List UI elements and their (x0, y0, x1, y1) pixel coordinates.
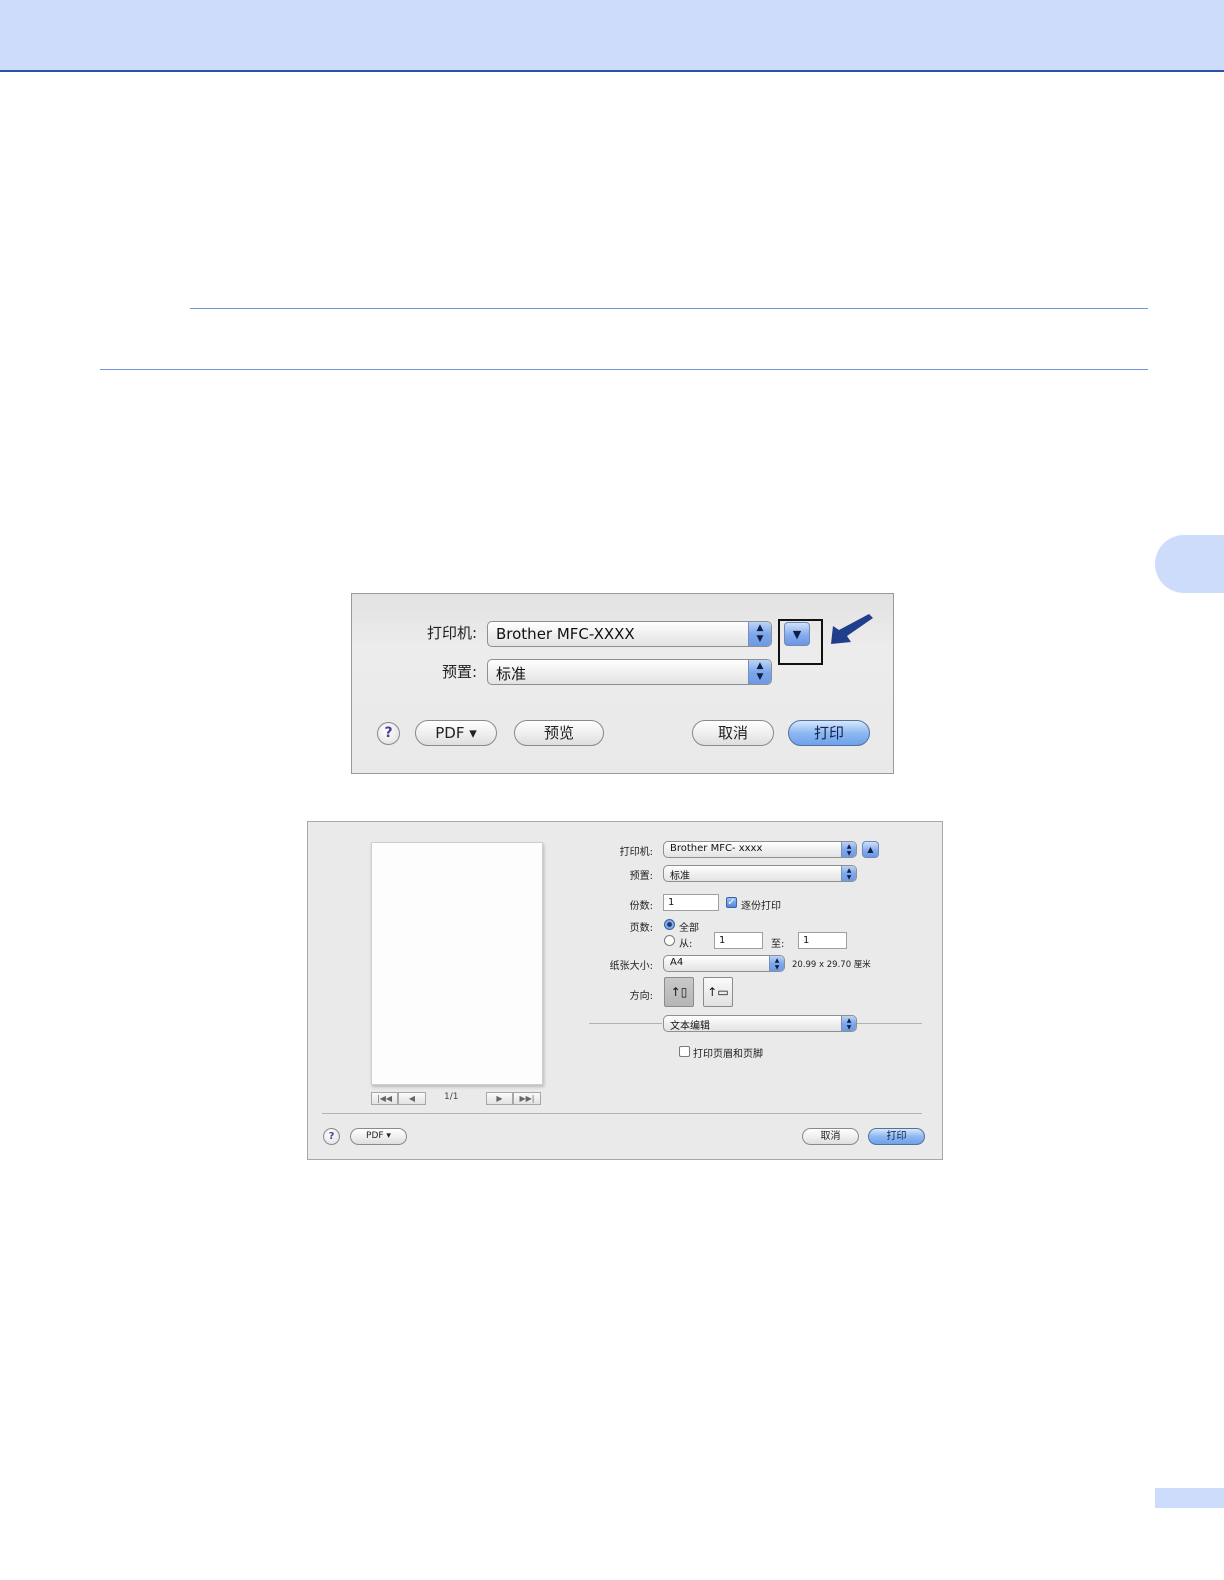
paper-size-popup-value: A4 (670, 957, 684, 968)
preset-popup-value: 标准 (496, 665, 527, 683)
landscape-orientation-button[interactable]: ↑▭ (703, 977, 733, 1007)
collapse-dialog-button[interactable]: ▲ (862, 841, 879, 858)
collate-label: 逐份打印 (741, 901, 781, 912)
help-button[interactable]: ? (323, 1128, 340, 1145)
page-counter: 1/1 (444, 1092, 459, 1102)
printer-popup[interactable]: Brother MFC-XXXX ▲ ▼ (487, 621, 772, 647)
updown-arrows-icon: ▲ ▼ (841, 842, 856, 857)
pages-to-label: 至: (771, 939, 785, 950)
triangle-up-icon: ▲ (867, 845, 874, 854)
next-page-icon: ▶ (496, 1094, 503, 1103)
section-separator-left (589, 1023, 662, 1024)
section-separator-right (857, 1023, 922, 1024)
copies-label: 份数: (629, 901, 653, 912)
pages-from-label: 从: (679, 939, 693, 950)
next-page-button[interactable]: ▶ (486, 1092, 513, 1105)
paper-dimensions: 20.99 x 29.70 厘米 (792, 960, 871, 970)
printer-popup[interactable]: Brother MFC- xxxx ▲ ▼ (663, 841, 857, 858)
pages-label: 页数: (629, 923, 653, 934)
updown-arrows-icon: ▲ ▼ (841, 866, 856, 881)
headers-footers-label: 打印页眉和页脚 (693, 1049, 763, 1060)
first-page-icon: |◀◀ (377, 1094, 392, 1103)
pages-from-field[interactable]: 1 (714, 932, 763, 949)
updown-arrows-icon: ▲ ▼ (748, 622, 771, 646)
pages-all-label: 全部 (679, 923, 699, 934)
page-number-tab (1155, 1488, 1224, 1508)
print-button[interactable]: 打印 (788, 720, 870, 746)
printer-popup-value: Brother MFC- xxxx (670, 843, 763, 854)
preset-popup-value: 标准 (670, 871, 690, 882)
preview-button[interactable]: 预览 (514, 720, 604, 746)
landscape-orientation-icon: ↑▭ (707, 985, 729, 999)
pdf-menu-button[interactable]: PDF ▾ (350, 1128, 407, 1145)
last-page-icon: ▶▶| (519, 1094, 535, 1103)
header-band (0, 0, 1224, 72)
page-preview (371, 842, 543, 1085)
collate-checkbox[interactable]: ✓ (726, 897, 737, 908)
first-page-button[interactable]: |◀◀ (371, 1092, 398, 1105)
printer-label: 打印机: (426, 624, 477, 642)
last-page-button[interactable]: ▶▶| (513, 1092, 541, 1105)
callout-highlight-box (778, 619, 823, 665)
orientation-label: 方向: (629, 991, 653, 1002)
portrait-orientation-button[interactable]: ↑▯ (664, 977, 694, 1007)
previous-page-icon: ◀ (408, 1094, 416, 1103)
print-button[interactable]: 打印 (868, 1128, 925, 1145)
pages-range-radio[interactable] (664, 935, 675, 946)
cancel-button[interactable]: 取消 (802, 1128, 859, 1145)
preset-popup[interactable]: 标准 ▲ ▼ (487, 659, 772, 685)
bottom-separator (322, 1113, 922, 1114)
section-rule-top (190, 308, 1148, 309)
chapter-side-tab (1155, 535, 1224, 593)
updown-arrows-icon: ▲ ▼ (841, 1016, 856, 1031)
copies-field[interactable]: 1 (663, 894, 719, 911)
callout-arrow-icon (831, 614, 873, 644)
printer-label: 打印机: (619, 847, 653, 858)
preset-label: 预置: (441, 663, 477, 681)
printer-popup-value: Brother MFC-XXXX (496, 625, 635, 643)
print-dialog-expanded: |◀◀ ◀ 1/1 ▶ ▶▶| 打印机: Brother MFC- xxxx ▲… (307, 821, 943, 1160)
updown-arrows-icon: ▲ ▼ (769, 956, 784, 971)
previous-page-button[interactable]: ◀ (398, 1092, 426, 1105)
pdf-menu-button[interactable]: PDF ▾ (415, 720, 497, 746)
settings-section-popup[interactable]: 文本编辑 ▲ ▼ (663, 1015, 857, 1032)
paper-size-popup[interactable]: A4 ▲ ▼ (663, 955, 785, 972)
pages-to-field[interactable]: 1 (798, 932, 847, 949)
pages-all-radio[interactable] (664, 919, 675, 930)
cancel-button[interactable]: 取消 (692, 720, 774, 746)
preset-popup[interactable]: 标准 ▲ ▼ (663, 865, 857, 882)
preset-label: 预置: (629, 871, 653, 882)
settings-section-popup-value: 文本编辑 (670, 1021, 710, 1032)
paper-size-label: 纸张大小: (609, 961, 653, 972)
help-button[interactable]: ? (377, 722, 400, 745)
portrait-orientation-icon: ↑▯ (670, 985, 688, 999)
section-rule-bottom (100, 369, 1148, 370)
headers-footers-checkbox[interactable] (679, 1046, 690, 1057)
updown-arrows-icon: ▲ ▼ (748, 660, 771, 684)
